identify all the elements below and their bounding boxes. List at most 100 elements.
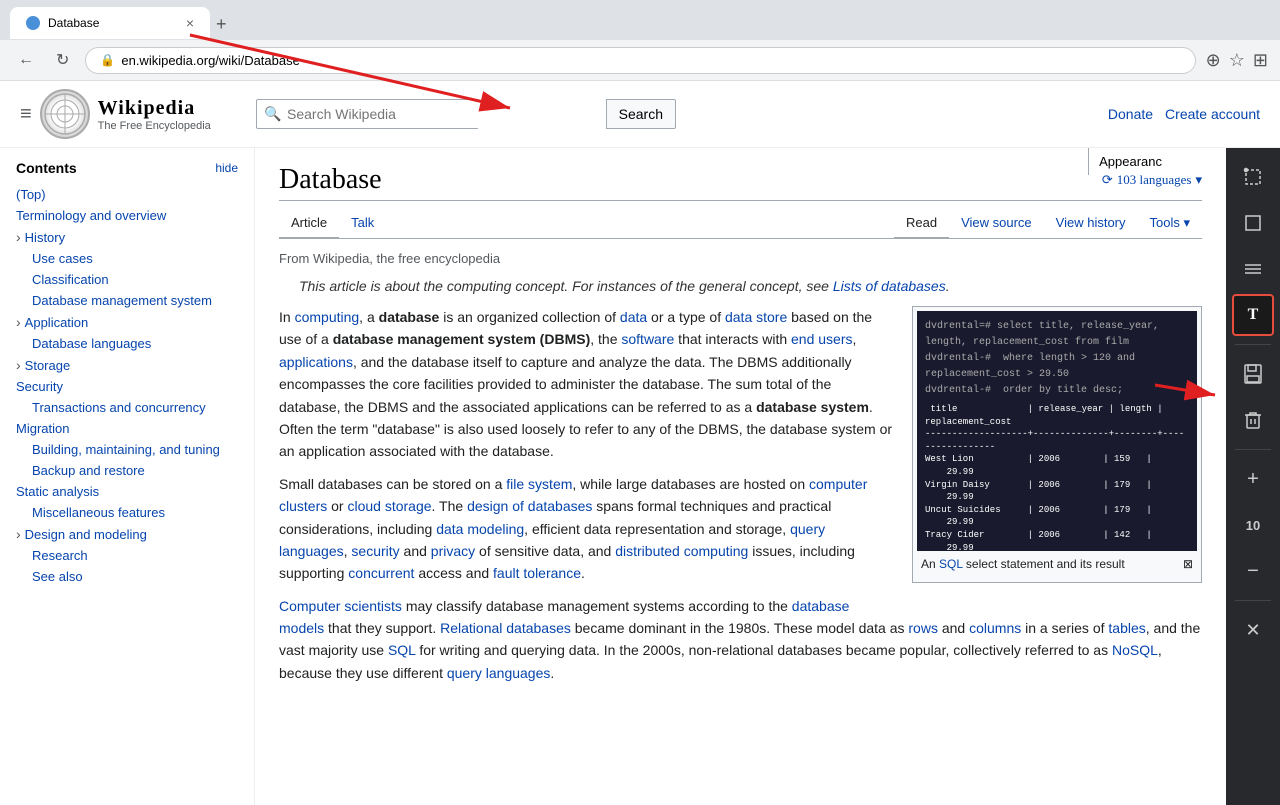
link-data[interactable]: data	[620, 309, 647, 325]
toc-item-migration[interactable]: Migration	[16, 418, 238, 439]
zoom-out-button[interactable]: −	[1232, 550, 1274, 592]
wiki-logo-text: Wikipedia The Free Encyclopedia	[98, 97, 211, 132]
link-cloud-storage[interactable]: cloud storage	[347, 498, 431, 514]
select-square-button[interactable]	[1232, 202, 1274, 244]
wiki-header: ≡ Wikipedia The Free Encyclopedia 🔍	[0, 81, 1280, 148]
toc-item-history[interactable]: History	[16, 226, 238, 248]
article-body: dvdrental=# select title, release_year, …	[279, 306, 1202, 684]
link-privacy[interactable]: privacy	[431, 543, 475, 559]
link-columns[interactable]: columns	[969, 620, 1021, 636]
link-design[interactable]: design of databases	[467, 498, 592, 514]
toc-item-top[interactable]: (Top)	[16, 184, 238, 205]
link-query-languages-2[interactable]: query languages	[447, 665, 551, 681]
toc-item-use-cases[interactable]: Use cases	[16, 248, 238, 269]
toc-item-security[interactable]: Security	[16, 376, 238, 397]
zoom-in-button[interactable]: +	[1232, 458, 1274, 500]
toc-item-static-analysis[interactable]: Static analysis	[16, 481, 238, 502]
wiki-search-bar: 🔍 Search	[256, 99, 676, 129]
expand-icon[interactable]: ⊠	[1183, 555, 1193, 574]
contents-title: Contents	[16, 160, 77, 176]
toc-item-research[interactable]: Research	[16, 545, 238, 566]
search-button[interactable]: Search	[606, 99, 676, 129]
link-computing[interactable]: computing	[295, 309, 360, 325]
tab-view-history[interactable]: View history	[1044, 209, 1138, 239]
list-button[interactable]	[1232, 248, 1274, 290]
back-button[interactable]: ←	[12, 47, 40, 73]
hamburger-button[interactable]: ≡	[20, 103, 32, 126]
tab-close-button[interactable]: ×	[186, 15, 194, 31]
tab-talk[interactable]: Talk	[339, 209, 386, 239]
link-nosql[interactable]: NoSQL	[1112, 642, 1158, 658]
link-file-system[interactable]: file system	[506, 476, 572, 492]
save-button[interactable]	[1232, 353, 1274, 395]
toc-item-design[interactable]: Design and modeling	[16, 523, 238, 545]
link-sql[interactable]: SQL	[388, 642, 416, 658]
tab-view-source[interactable]: View source	[949, 209, 1044, 239]
toc-item-misc[interactable]: Miscellaneous features	[16, 502, 238, 523]
note-link[interactable]: Lists of databases	[833, 278, 946, 294]
tab-article[interactable]: Article	[279, 209, 339, 239]
image-caption: ⊠ An SQL select statement and its result	[917, 551, 1197, 578]
article-main: Database ⟳ 103 languages ▾ Article Talk …	[255, 148, 1226, 805]
link-fault-tolerance[interactable]: fault tolerance	[493, 565, 581, 581]
link-software[interactable]: software	[621, 331, 674, 347]
link-security[interactable]: security	[351, 543, 399, 559]
close-panel-button[interactable]: ✕	[1232, 609, 1274, 651]
select-rect-button[interactable]	[1232, 156, 1274, 198]
toc-item-backup[interactable]: Backup and restore	[16, 460, 238, 481]
donate-link[interactable]: Donate	[1108, 106, 1153, 122]
link-data-modeling[interactable]: data modeling	[436, 521, 524, 537]
translate-icon[interactable]: ⊕	[1206, 50, 1221, 71]
delete-button[interactable]	[1232, 399, 1274, 441]
sql-link[interactable]: SQL	[939, 557, 963, 571]
browser-titlebar: Database × +	[0, 0, 1280, 40]
new-tab-button[interactable]: +	[212, 10, 231, 39]
article-note: This article is about the computing conc…	[299, 278, 1202, 294]
link-rows[interactable]: rows	[908, 620, 938, 636]
panel-divider-2	[1235, 449, 1271, 450]
text-button[interactable]: T	[1232, 294, 1274, 336]
link-relational[interactable]: Relational databases	[440, 620, 571, 636]
toc-item-dbms[interactable]: Database management system	[16, 290, 238, 311]
toc-item-see-also[interactable]: See also	[16, 566, 238, 587]
toc-item-classification[interactable]: Classification	[16, 269, 238, 290]
tab-title: Database	[48, 16, 178, 30]
site-name: Wikipedia	[98, 97, 211, 120]
link-tables[interactable]: tables	[1108, 620, 1145, 636]
toc-item-storage[interactable]: Storage	[16, 354, 238, 376]
link-data-store[interactable]: data store	[725, 309, 787, 325]
hide-toc-button[interactable]: hide	[215, 161, 238, 175]
toc-item-application[interactable]: Application	[16, 311, 238, 333]
search-input[interactable]	[256, 99, 478, 129]
note-text: This article is about the computing conc…	[299, 278, 950, 294]
link-concurrent[interactable]: concurrent	[348, 565, 414, 581]
active-tab[interactable]: Database ×	[10, 7, 210, 39]
link-end-users[interactable]: end users	[791, 331, 852, 347]
link-applications[interactable]: applications	[279, 354, 353, 370]
table-of-contents: Contents hide (Top) Terminology and over…	[0, 148, 255, 805]
tab-tools[interactable]: Tools ▾	[1138, 209, 1203, 239]
search-icon: 🔍	[264, 106, 281, 123]
toc-item-building[interactable]: Building, maintaining, and tuning	[16, 439, 238, 460]
sql-prompt: dvdrental=# select title, release_year, …	[925, 319, 1189, 399]
toc-item-transactions[interactable]: Transactions and concurrency	[16, 397, 238, 418]
article-title: Database ⟳ 103 languages ▾	[279, 164, 1202, 201]
contents-header: Contents hide	[16, 160, 238, 176]
toc-item-terminology[interactable]: Terminology and overview	[16, 205, 238, 226]
refresh-button[interactable]: ↻	[50, 46, 75, 74]
link-computer-scientists[interactable]: Computer scientists	[279, 598, 402, 614]
toc-item-db-languages[interactable]: Database languages	[16, 333, 238, 354]
search-wrap: 🔍	[256, 99, 606, 129]
panel-divider-1	[1235, 344, 1271, 345]
address-bar[interactable]: 🔒 en.wikipedia.org/wiki/Database	[85, 47, 1195, 74]
tab-read[interactable]: Read	[894, 209, 949, 239]
article-tabs: Article Talk Read View source View histo…	[279, 209, 1202, 239]
panel-divider-3	[1235, 600, 1271, 601]
article-title-text: Database	[279, 164, 382, 196]
create-account-link[interactable]: Create account	[1165, 106, 1260, 122]
bookmark-icon[interactable]: ☆	[1229, 50, 1245, 71]
wiki-content: Contents hide (Top) Terminology and over…	[0, 148, 1280, 805]
wiki-logo	[40, 89, 90, 139]
extensions-icon[interactable]: ⊞	[1253, 50, 1268, 71]
link-distributed[interactable]: distributed computing	[615, 543, 748, 559]
